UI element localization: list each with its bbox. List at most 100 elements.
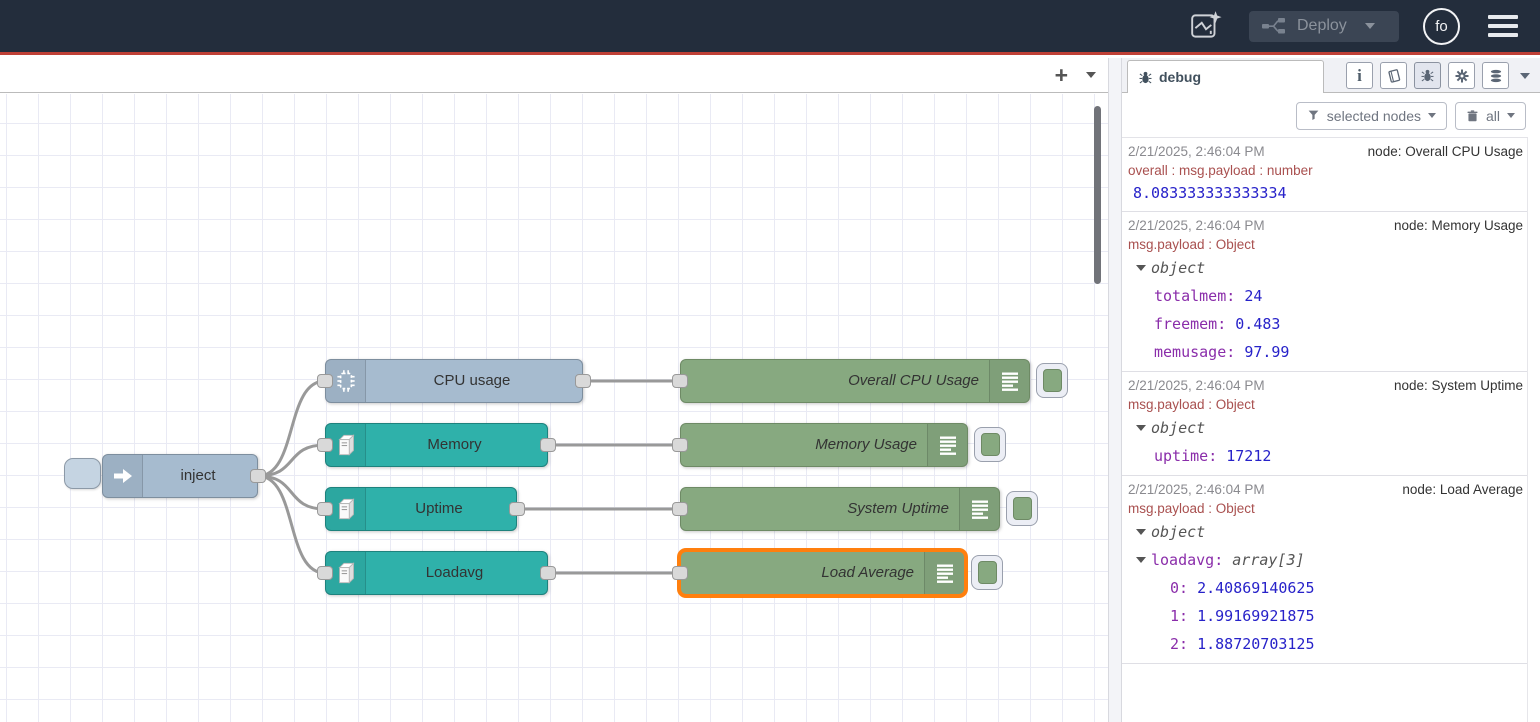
debug-message[interactable]: 2/21/2025, 2:46:04 PM node: Memory Usage… bbox=[1122, 212, 1527, 372]
debug-clear-label: all bbox=[1486, 108, 1500, 124]
flow-list-dropdown-icon[interactable] bbox=[1086, 72, 1096, 78]
deploy-label: Deploy bbox=[1297, 17, 1347, 35]
tree-key: uptime bbox=[1154, 442, 1226, 470]
trash-icon bbox=[1466, 109, 1479, 123]
workspace: + inject bbox=[0, 58, 1108, 722]
inject-trigger-button[interactable] bbox=[64, 458, 101, 489]
tree-key: 0 bbox=[1170, 574, 1197, 602]
output-port[interactable] bbox=[540, 438, 556, 452]
node-debug-overall-cpu-usage[interactable]: Overall CPU Usage bbox=[680, 359, 1030, 403]
node-loadavg[interactable]: Loadavg bbox=[325, 551, 548, 595]
debug-enable-toggle[interactable] bbox=[1036, 363, 1068, 398]
tree-value: 97.99 bbox=[1244, 338, 1289, 366]
node-label: inject bbox=[145, 455, 251, 497]
debug-enable-toggle[interactable] bbox=[974, 427, 1006, 462]
message-timestamp: 2/21/2025, 2:46:04 PM bbox=[1128, 216, 1265, 235]
message-source-node[interactable]: node: System Uptime bbox=[1394, 376, 1523, 395]
debug-filter-label: selected nodes bbox=[1327, 108, 1421, 124]
output-port[interactable] bbox=[575, 374, 591, 388]
message-value[interactable]: 8.083333333333334 bbox=[1128, 180, 1523, 206]
main-menu-button[interactable] bbox=[1484, 11, 1522, 41]
node-uptime[interactable]: Uptime bbox=[325, 487, 517, 531]
sidebar-tabs-dropdown-icon[interactable] bbox=[1520, 73, 1530, 79]
inject-arrow-icon bbox=[103, 455, 143, 497]
deploy-button[interactable]: Deploy bbox=[1249, 11, 1399, 42]
message-timestamp: 2/21/2025, 2:46:04 PM bbox=[1128, 376, 1265, 395]
tree-key: 2 bbox=[1170, 630, 1197, 658]
tree-object-label[interactable]: object bbox=[1151, 254, 1205, 282]
node-debug-load-average[interactable]: Load Average bbox=[680, 551, 965, 595]
input-port[interactable] bbox=[672, 374, 688, 388]
flow-assistant-icon[interactable] bbox=[1187, 7, 1225, 45]
debug-sidebar-button[interactable] bbox=[1414, 62, 1441, 89]
sidebar: debug i bbox=[1122, 58, 1540, 722]
header-bar: Deploy fo bbox=[0, 0, 1540, 55]
debug-message[interactable]: 2/21/2025, 2:46:04 PM node: Overall CPU … bbox=[1122, 138, 1527, 212]
user-avatar[interactable]: fo bbox=[1423, 8, 1460, 45]
collapse-caret-icon[interactable] bbox=[1136, 557, 1146, 563]
add-flow-button[interactable]: + bbox=[1055, 61, 1068, 89]
debug-message[interactable]: 2/21/2025, 2:46:04 PM node: Load Average… bbox=[1122, 476, 1527, 664]
debug-enable-toggle[interactable] bbox=[1006, 491, 1038, 526]
collapse-caret-icon[interactable] bbox=[1136, 529, 1146, 535]
collapse-caret-icon[interactable] bbox=[1136, 425, 1146, 431]
node-label: Memory bbox=[368, 424, 541, 466]
input-port[interactable] bbox=[672, 438, 688, 452]
database-icon bbox=[1488, 68, 1504, 84]
debug-enable-toggle[interactable] bbox=[971, 555, 1003, 590]
message-timestamp: 2/21/2025, 2:46:04 PM bbox=[1128, 142, 1265, 161]
message-source-node[interactable]: node: Overall CPU Usage bbox=[1368, 142, 1523, 161]
debug-clear-button[interactable]: all bbox=[1455, 102, 1526, 130]
node-debug-memory-usage[interactable]: Memory Usage bbox=[680, 423, 968, 467]
tree-key: freemem bbox=[1154, 310, 1235, 338]
debug-message[interactable]: 2/21/2025, 2:46:04 PM node: System Uptim… bbox=[1122, 372, 1527, 476]
tree-object-label[interactable]: object bbox=[1151, 518, 1205, 546]
tree-key: memusage bbox=[1154, 338, 1244, 366]
input-port[interactable] bbox=[317, 566, 333, 580]
node-inject[interactable]: inject bbox=[102, 454, 258, 498]
message-property-path: msg.payload : Object bbox=[1128, 499, 1523, 518]
node-label: Loadavg bbox=[368, 552, 541, 594]
tree-object-label[interactable]: object bbox=[1151, 414, 1205, 442]
tab-debug-label: debug bbox=[1159, 69, 1201, 85]
input-port[interactable] bbox=[317, 502, 333, 516]
input-port[interactable] bbox=[317, 374, 333, 388]
collapse-caret-icon[interactable] bbox=[1136, 265, 1146, 271]
node-memory[interactable]: Memory bbox=[325, 423, 548, 467]
node-cpu-usage[interactable]: CPU usage bbox=[325, 359, 583, 403]
wire[interactable] bbox=[258, 445, 325, 476]
book-icon bbox=[1386, 68, 1402, 84]
debug-toolbar: selected nodes all bbox=[1122, 94, 1540, 137]
node-label: Load Average bbox=[689, 552, 914, 594]
output-port[interactable] bbox=[250, 469, 266, 483]
wire[interactable] bbox=[258, 476, 325, 509]
tree-array-type[interactable]: array[3] bbox=[1232, 546, 1304, 574]
message-property-path: msg.payload : Object bbox=[1128, 235, 1523, 254]
tree-value: 2.40869140625 bbox=[1197, 574, 1314, 602]
input-port[interactable] bbox=[672, 566, 688, 580]
input-port[interactable] bbox=[317, 438, 333, 452]
node-debug-system-uptime[interactable]: System Uptime bbox=[680, 487, 1000, 531]
user-initials: fo bbox=[1435, 18, 1448, 35]
flow-tabstrip: + bbox=[0, 58, 1108, 93]
config-nodes-sidebar-button[interactable] bbox=[1448, 62, 1475, 89]
info-icon: i bbox=[1357, 66, 1362, 86]
message-source-node[interactable]: node: Memory Usage bbox=[1394, 216, 1523, 235]
tree-value: 0.483 bbox=[1235, 310, 1280, 338]
info-sidebar-button[interactable]: i bbox=[1346, 62, 1373, 89]
context-data-sidebar-button[interactable] bbox=[1482, 62, 1509, 89]
flow-canvas[interactable]: inject CPU usage bbox=[0, 94, 1108, 722]
output-port[interactable] bbox=[540, 566, 556, 580]
message-source-node[interactable]: node: Load Average bbox=[1402, 480, 1523, 499]
deploy-dropdown-icon[interactable] bbox=[1365, 23, 1375, 29]
tree-key: 1 bbox=[1170, 602, 1197, 630]
input-port[interactable] bbox=[672, 502, 688, 516]
help-sidebar-button[interactable] bbox=[1380, 62, 1407, 89]
canvas-vscrollbar[interactable] bbox=[1094, 106, 1101, 284]
debug-message-list[interactable]: 2/21/2025, 2:46:04 PM node: Overall CPU … bbox=[1122, 137, 1528, 722]
wires-layer bbox=[0, 94, 1108, 722]
tab-debug[interactable]: debug bbox=[1127, 60, 1324, 93]
sidebar-splitter[interactable] bbox=[1108, 58, 1122, 722]
debug-filter-button[interactable]: selected nodes bbox=[1296, 102, 1447, 130]
output-port[interactable] bbox=[509, 502, 525, 516]
